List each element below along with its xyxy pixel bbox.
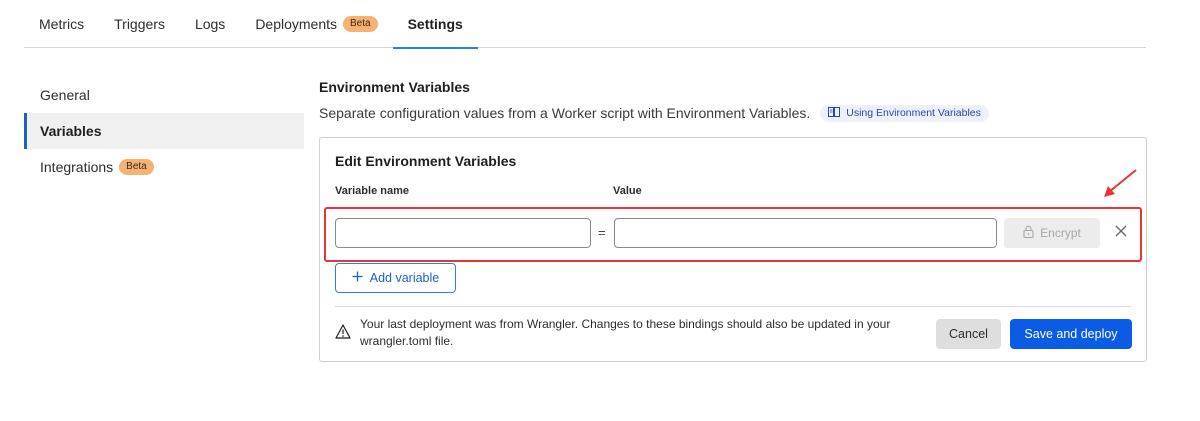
sidebar-item-label: General (40, 87, 90, 103)
top-tabs: Metrics Triggers Logs Deployments Beta S… (24, 0, 1146, 49)
annotation-arrow-icon (1100, 168, 1140, 205)
warning-icon (335, 324, 351, 344)
tab-triggers[interactable]: Triggers (114, 0, 165, 48)
encrypt-button[interactable]: Encrypt (1004, 218, 1100, 248)
tab-deployments[interactable]: Deployments Beta (255, 0, 378, 48)
book-icon (828, 106, 841, 120)
sidebar-item-integrations[interactable]: Integrations Beta (24, 149, 304, 185)
add-variable-label: Add variable (369, 271, 440, 285)
section-description: Separate configuration values from a Wor… (319, 103, 1147, 123)
settings-sidebar: General Variables Integrations Beta (24, 77, 304, 185)
tab-logs[interactable]: Logs (195, 0, 225, 48)
edit-variables-card: Edit Environment Variables Variable name… (319, 137, 1147, 362)
close-icon (1115, 224, 1127, 242)
tab-metrics[interactable]: Metrics (39, 0, 84, 48)
lock-icon (1023, 225, 1034, 241)
sidebar-item-label: Integrations (40, 159, 114, 175)
tab-label: Logs (194, 15, 226, 32)
sidebar-item-general[interactable]: General (24, 77, 304, 113)
sidebar-item-label: Variables (40, 123, 102, 139)
add-variable-button[interactable]: Add variable (335, 263, 456, 293)
doc-link-chip[interactable]: Using Environment Variables (820, 104, 989, 122)
divider (335, 306, 1131, 307)
section-title: Environment Variables (319, 79, 470, 95)
main-content: Environment Variables Separate configura… (319, 78, 1147, 362)
variable-name-label: Variable name (335, 185, 409, 197)
wrangler-warning-text: Your last deployment was from Wrangler. … (360, 317, 891, 348)
doc-link-label: Using Environment Variables (846, 107, 981, 119)
description-text: Separate configuration values from a Wor… (319, 105, 811, 121)
sidebar-item-variables[interactable]: Variables (24, 113, 304, 149)
tab-label: Triggers (114, 15, 165, 32)
tab-settings[interactable]: Settings (392, 0, 479, 49)
beta-badge: Beta (343, 15, 378, 32)
encrypt-label: Encrypt (1040, 226, 1081, 240)
value-label: Value (613, 185, 642, 197)
beta-badge: Beta (119, 159, 154, 175)
variable-name-input[interactable] (335, 218, 591, 248)
save-and-deploy-button[interactable]: Save and deploy (1010, 319, 1132, 349)
equals-sign: = (598, 225, 606, 240)
tab-label: Settings (407, 15, 463, 32)
remove-variable-button[interactable] (1110, 222, 1132, 244)
card-title: Edit Environment Variables (335, 153, 517, 169)
tab-label: Deployments (255, 15, 338, 32)
plus-icon (352, 271, 363, 285)
variable-value-input[interactable] (614, 218, 997, 248)
tab-label: Metrics (39, 15, 85, 32)
cancel-button[interactable]: Cancel (936, 319, 1001, 349)
